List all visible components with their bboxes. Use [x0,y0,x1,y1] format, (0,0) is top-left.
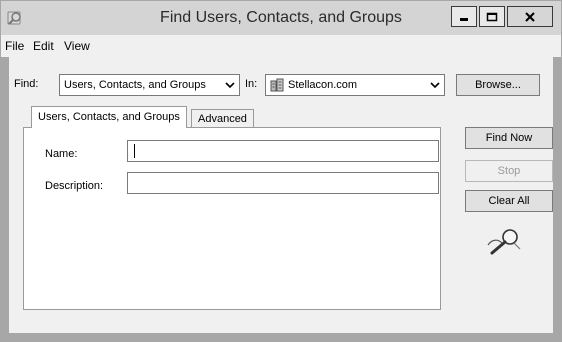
stop-button[interactable]: Stop [465,160,553,182]
clear-all-button[interactable]: Clear All [465,190,553,212]
window-title: Find Users, Contacts, and Groups [160,9,402,26]
tab-advanced[interactable]: Advanced [191,109,254,128]
find-window: Find Users, Contacts, and Groups File Ed… [0,0,562,342]
description-label: Description: [45,180,104,192]
chevron-down-icon [225,82,235,89]
minimize-icon [460,17,468,21]
in-label: In: [245,78,258,90]
in-dropdown-value: Stellacon.com [288,79,358,91]
tab-users-contacts-groups[interactable]: Users, Contacts, and Groups [31,106,187,128]
browse-button[interactable]: Browse... [456,74,540,96]
menu-edit[interactable]: Edit [33,39,54,53]
domain-icon [270,78,284,92]
in-dropdown[interactable]: Stellacon.com [265,74,445,96]
name-input[interactable] [127,140,439,162]
description-input[interactable] [127,172,439,194]
name-label: Name: [45,148,78,160]
maximize-button[interactable] [479,6,505,27]
title-bar: Find Users, Contacts, and Groups [1,1,561,35]
find-dropdown[interactable]: Users, Contacts, and Groups [59,74,240,96]
text-caret [134,144,135,158]
close-button[interactable] [507,6,553,27]
menu-view[interactable]: View [64,39,90,53]
menu-file[interactable]: File [5,39,24,53]
find-now-button[interactable]: Find Now [465,127,553,149]
find-dropdown-value: Users, Contacts, and Groups [64,79,206,91]
maximize-icon [486,12,498,21]
close-icon [525,11,535,22]
find-label: Find: [14,78,39,90]
minimize-button[interactable] [451,6,477,27]
magnifier-icon [487,229,521,255]
menu-bar: File Edit View [1,35,561,57]
chevron-down-icon [430,82,440,89]
